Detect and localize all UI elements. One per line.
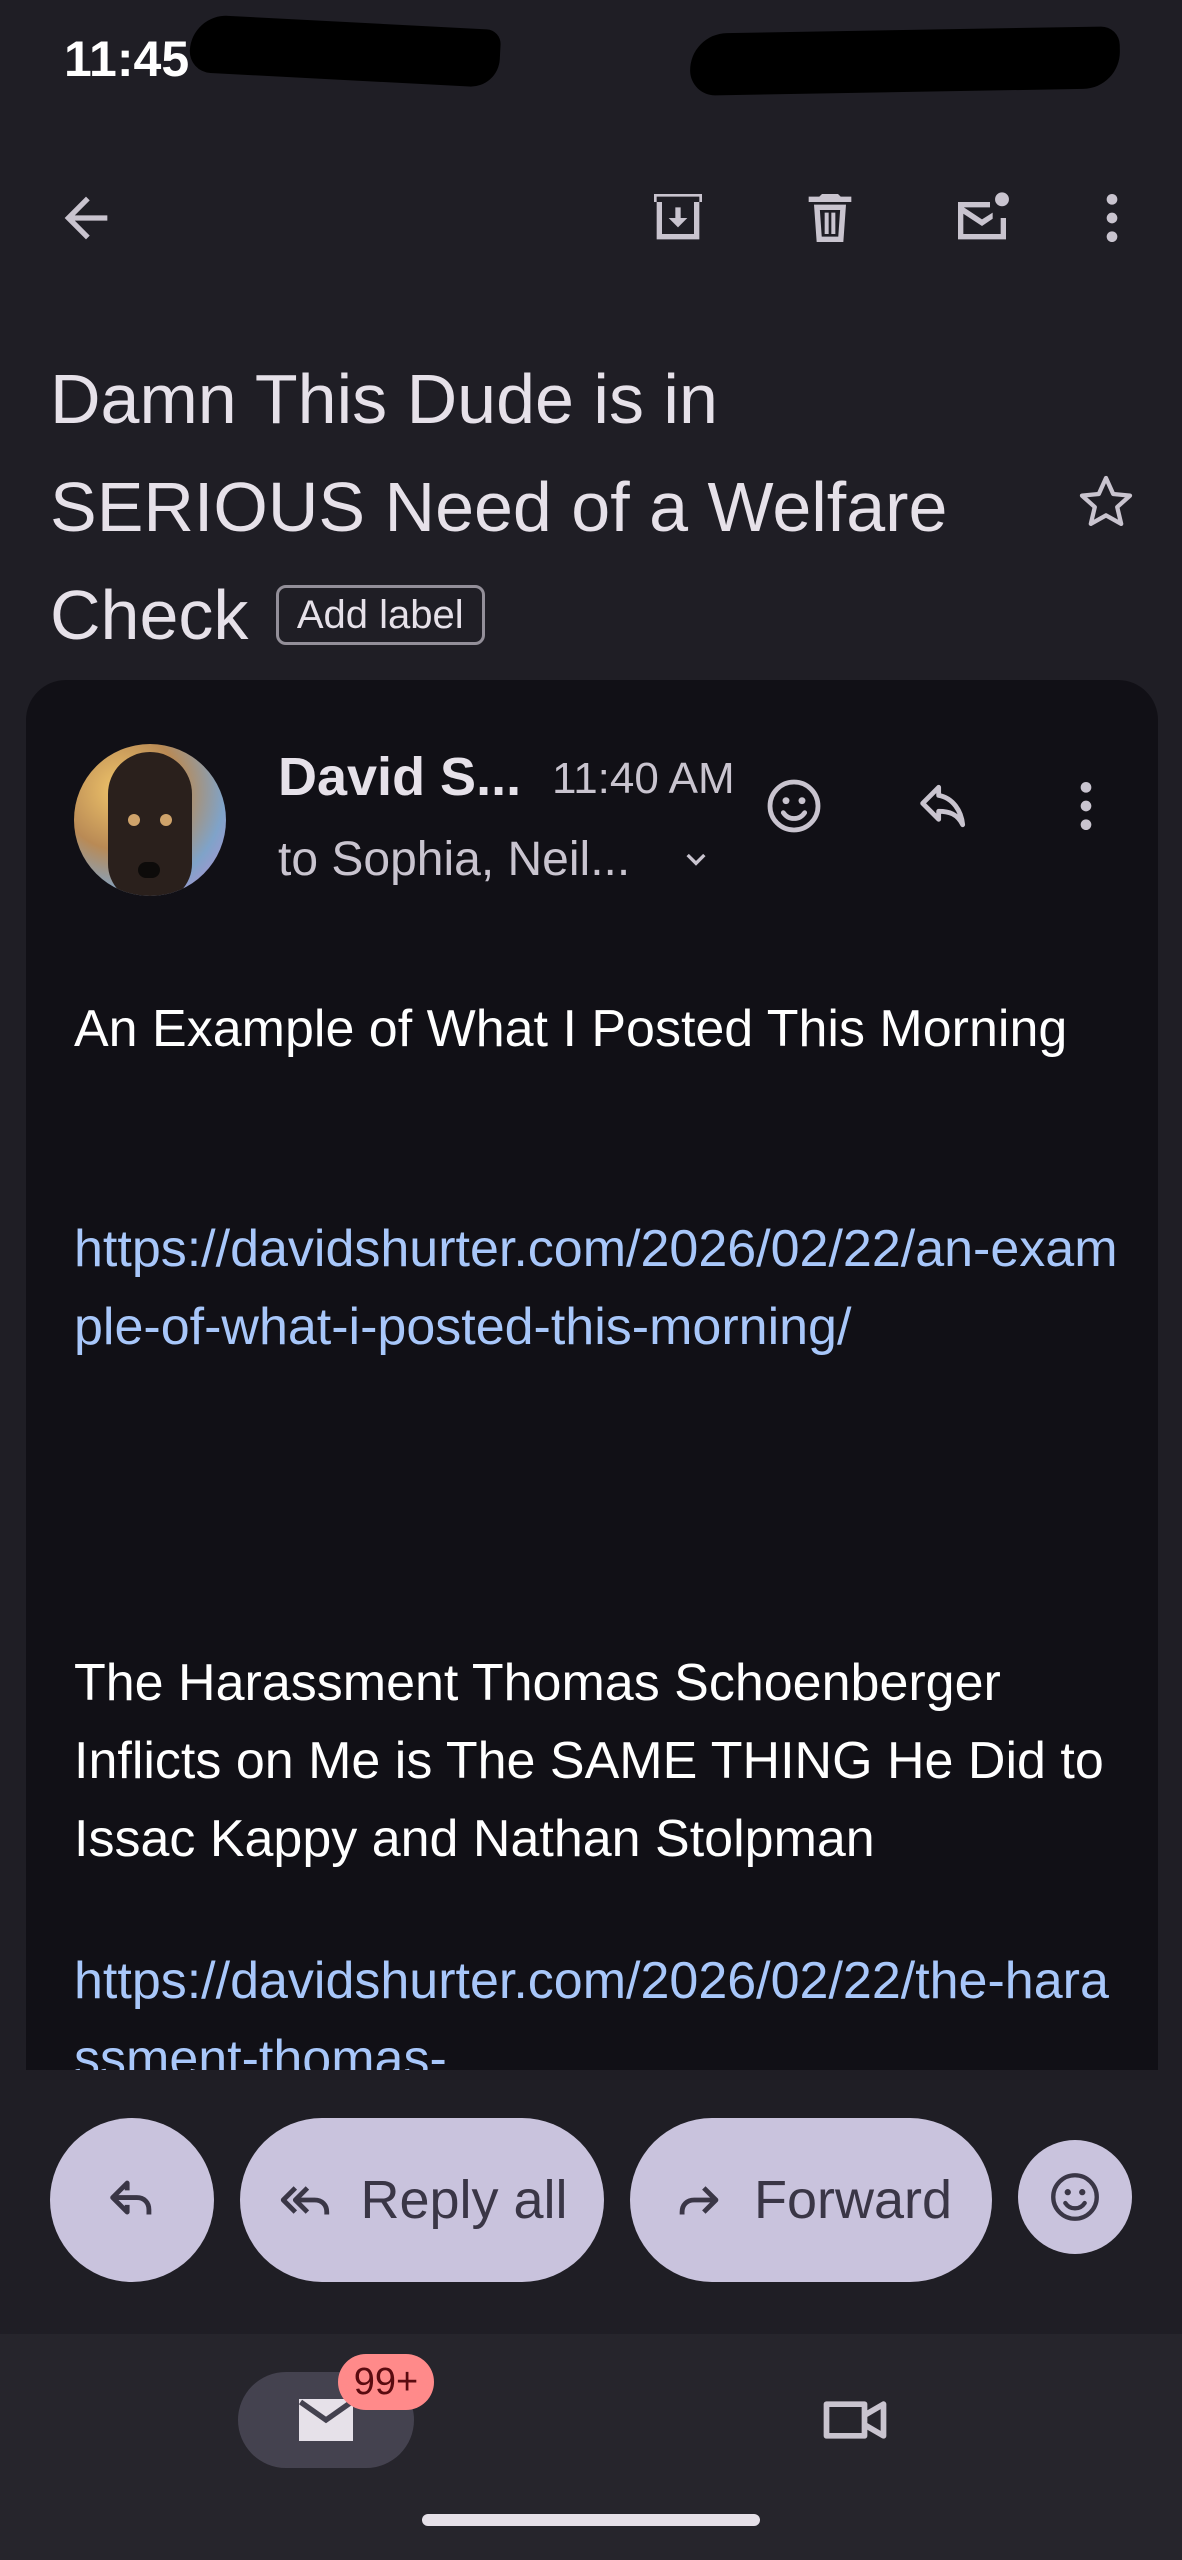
avatar[interactable] (74, 744, 226, 896)
nav-tab-meet[interactable] (810, 2382, 900, 2458)
reply-pill-button[interactable] (50, 2118, 214, 2282)
unread-badge: 99+ (338, 2354, 434, 2410)
star-outline-icon (1079, 475, 1133, 526)
reply-all-icon (281, 2186, 330, 2215)
back-button[interactable] (44, 176, 128, 260)
react-emoji-button[interactable] (752, 764, 836, 848)
delete-button[interactable] (788, 176, 872, 260)
archive-icon (654, 194, 702, 240)
mail-unread-icon (958, 192, 1009, 240)
message-card: David S... 11:40 AM to Sophia, Neil... A… (26, 680, 1158, 2070)
archive-button[interactable] (636, 176, 720, 260)
email-subject: Damn This Dude is in SERIOUS Need of a W… (50, 345, 1010, 669)
body-link[interactable]: https://davidshurter.com/2026/02/22/an-e… (74, 1210, 1124, 1366)
bottom-nav: 99+ (0, 2334, 1182, 2560)
more-options-button[interactable] (1070, 176, 1154, 260)
avatar-nose (138, 862, 160, 878)
reply-icon (920, 784, 966, 828)
reply-all-button[interactable]: Reply all (240, 2118, 604, 2282)
sender-name[interactable]: David S... (278, 746, 521, 808)
reply-icon (110, 2180, 152, 2215)
home-gesture-bar[interactable] (422, 2514, 760, 2526)
redaction-mark (689, 26, 1121, 96)
more-vert-icon (1080, 782, 1092, 830)
reply-all-label: Reply all (360, 2170, 568, 2230)
reply-button[interactable] (902, 764, 986, 848)
avatar-eye (128, 814, 140, 826)
redaction-mark (188, 13, 502, 89)
message-more-button[interactable] (1044, 764, 1128, 848)
avatar-eye (160, 814, 172, 826)
body-paragraph: The Harassment Thomas Schoenberger Infli… (74, 1654, 1104, 1868)
status-time: 11:45 (64, 31, 190, 87)
subject-text: Damn This Dude is in SERIOUS Need of a W… (50, 360, 948, 654)
chevron-down-icon[interactable] (676, 840, 716, 880)
body-paragraph: An Example of What I Posted This Morning (74, 1000, 1068, 1058)
forward-icon (679, 2186, 719, 2215)
forward-button[interactable]: Forward (630, 2118, 992, 2282)
arrow-back-icon (64, 196, 108, 240)
add-label-button[interactable]: Add label (275, 584, 485, 645)
sent-time: 11:40 AM (552, 754, 735, 803)
forward-label: Forward (753, 2170, 953, 2230)
recipients[interactable]: to Sophia, Neil... (278, 832, 630, 887)
star-button[interactable] (1064, 460, 1148, 544)
more-vert-icon (1106, 194, 1118, 242)
trash-icon (808, 194, 852, 242)
body-link[interactable]: https://davidshurter.com/2026/02/22/the-… (74, 1942, 1124, 2070)
video-camera-icon (823, 2401, 887, 2439)
emoji-icon (767, 779, 821, 833)
mark-unread-button[interactable] (940, 176, 1024, 260)
emoji-reaction-button[interactable] (1018, 2140, 1132, 2254)
emoji-icon (1051, 2173, 1099, 2221)
